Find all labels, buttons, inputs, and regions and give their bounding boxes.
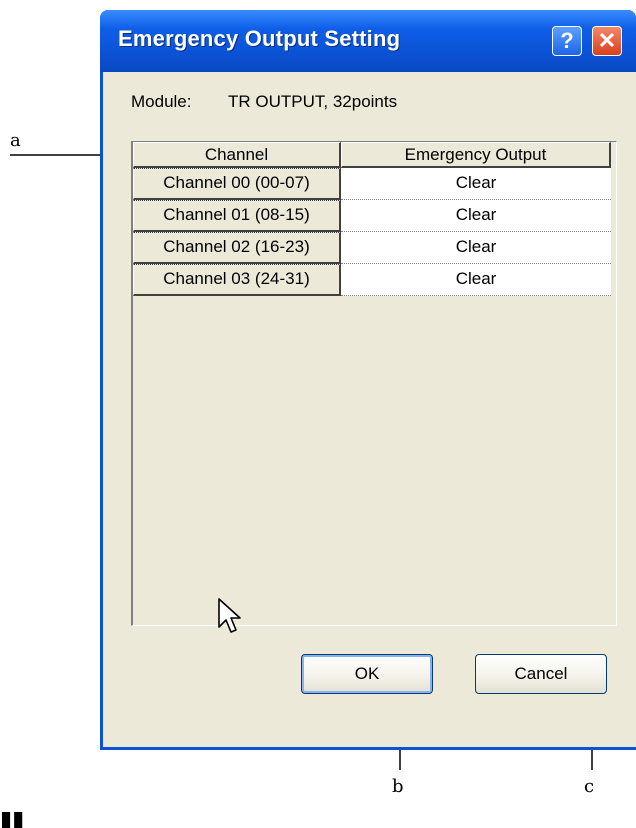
emergency-output-cell[interactable]: Clear: [341, 264, 611, 296]
title-bar[interactable]: Emergency Output Setting ? ✕: [100, 10, 636, 72]
channel-cell[interactable]: Channel 03 (24-31): [133, 264, 341, 296]
emergency-output-cell[interactable]: Clear: [341, 168, 611, 200]
annotation-b: b: [392, 776, 404, 797]
column-header-emergency-output[interactable]: Emergency Output: [341, 142, 611, 168]
channel-cell[interactable]: Channel 02 (16-23): [133, 232, 341, 264]
ok-button[interactable]: OK: [301, 654, 433, 694]
help-button[interactable]: ?: [552, 26, 582, 56]
module-value: TR OUTPUT, 32points: [228, 92, 398, 111]
close-button[interactable]: ✕: [592, 26, 622, 56]
grid-header: Channel Emergency Output: [133, 142, 611, 168]
channel-cell[interactable]: Channel 01 (08-15): [133, 200, 341, 232]
channel-grid[interactable]: Channel Emergency Output Channel 00 (00-…: [131, 141, 617, 626]
table-row: Channel 01 (08-15) Clear: [133, 200, 611, 232]
annotation-c: c: [584, 776, 595, 797]
dialog-client-area: Module: TR OUTPUT, 32points Channel Emer…: [103, 72, 636, 747]
annotation-a: a: [10, 130, 21, 151]
table-row: Channel 03 (24-31) Clear: [133, 264, 611, 296]
mouse-pointer-icon: [218, 598, 241, 633]
grid-rows: Channel 00 (00-07) Clear Channel 01 (08-…: [133, 168, 611, 296]
table-row: Channel 00 (00-07) Clear: [133, 168, 611, 200]
emergency-output-cell[interactable]: Clear: [341, 200, 611, 232]
emergency-output-cell[interactable]: Clear: [341, 232, 611, 264]
close-icon: ✕: [597, 28, 617, 53]
help-icon: ?: [560, 28, 574, 53]
emergency-output-dialog: Emergency Output Setting ? ✕ Module: TR …: [100, 10, 636, 750]
dialog-title: Emergency Output Setting: [118, 26, 401, 51]
module-label: Module:: [131, 92, 192, 111]
cancel-button[interactable]: Cancel: [475, 654, 607, 694]
page-fragment: ▮▮: [0, 806, 25, 828]
column-header-channel[interactable]: Channel: [133, 142, 341, 168]
channel-cell[interactable]: Channel 00 (00-07): [133, 168, 341, 200]
table-row: Channel 02 (16-23) Clear: [133, 232, 611, 264]
